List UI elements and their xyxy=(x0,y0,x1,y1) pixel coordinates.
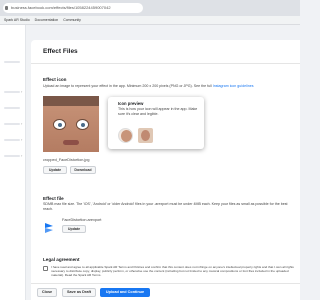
chevron-right-icon: › xyxy=(21,137,23,142)
modal-title: Effect Files xyxy=(43,48,78,55)
close-button[interactable]: Close xyxy=(37,288,57,297)
icon-update-button[interactable]: Update xyxy=(43,166,67,174)
effect-file-name: FaceDistortion.arexport xyxy=(62,218,102,222)
effect-icon-image xyxy=(43,96,99,152)
icon-guidelines-link[interactable]: Instagram icon guidelines xyxy=(213,84,254,88)
lock-icon xyxy=(5,6,8,10)
effect-file-heading: Effect file xyxy=(43,196,64,201)
icon-preview-round xyxy=(118,128,133,143)
legal-agreement-text: I have read and agree to all applicable … xyxy=(51,265,294,278)
icon-preview-title: Icon preview xyxy=(118,101,144,106)
sidebar-item[interactable] xyxy=(4,61,20,63)
modal-footer: Close Save as Draft Upload and Continue xyxy=(31,283,300,300)
bookmark-community[interactable]: Community xyxy=(63,18,81,22)
sidebar-item[interactable] xyxy=(4,155,20,157)
icon-preview-square xyxy=(138,128,153,143)
effect-icon-description: Upload an image to represent your effect… xyxy=(43,84,254,88)
upload-and-continue-button[interactable]: Upload and Continue xyxy=(100,288,150,297)
icon-download-button[interactable]: Download xyxy=(70,166,96,174)
icon-preview-popover: Icon preview This is how your icon will … xyxy=(108,97,204,149)
address-bar-url: business.facebook.com/effects/files/1058… xyxy=(11,5,111,10)
chevron-right-icon: › xyxy=(21,153,23,158)
spark-ar-file-icon xyxy=(45,223,53,233)
app-sidebar: › › › › xyxy=(0,25,26,300)
chevron-right-icon: › xyxy=(21,121,23,126)
sidebar-item[interactable] xyxy=(4,139,20,141)
sidebar-item[interactable] xyxy=(4,91,20,93)
effect-file-description: SDMB max file size. The 'iOS', 'Android'… xyxy=(43,202,288,211)
chevron-right-icon: › xyxy=(21,89,23,94)
bookmarks-bar: Spark AR Studio Documentation Community xyxy=(0,16,300,25)
icon-file-name: cropped_FaceDistortion.jpg xyxy=(43,158,90,162)
effect-file-update-button[interactable]: Update xyxy=(62,225,86,233)
sidebar-item[interactable] xyxy=(4,123,20,125)
browser-toolbar: business.facebook.com/effects/files/1058… xyxy=(0,0,300,16)
bookmark-documentation[interactable]: Documentation xyxy=(35,18,59,22)
legal-agreement-checkbox[interactable] xyxy=(43,266,48,271)
modal-header: Effect Files xyxy=(31,40,300,64)
icon-preview-text: This is how your icon will appear in the… xyxy=(118,107,198,116)
address-bar[interactable]: business.facebook.com/effects/files/1058… xyxy=(3,3,143,13)
legal-heading: Legal agreement xyxy=(43,257,80,262)
sidebar-item[interactable] xyxy=(4,107,20,109)
effect-icon-heading: Effect icon xyxy=(43,77,67,82)
save-as-draft-button[interactable]: Save as Draft xyxy=(62,288,96,297)
bookmark-spark-ar-studio[interactable]: Spark AR Studio xyxy=(4,18,30,22)
